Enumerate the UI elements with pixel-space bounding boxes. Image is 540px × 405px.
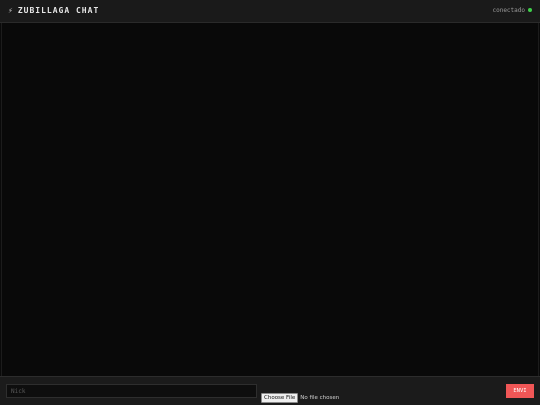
connection-status: conectado <box>492 7 532 15</box>
bolt-icon: ⚡ <box>8 6 14 15</box>
chat-app: ⚡ZUBILLAGA CHAT conectado Choose FileNo … <box>0 0 540 405</box>
header-bar: ⚡ ZUBILLAGA CHAT conectado <box>0 0 540 23</box>
status-dot-icon <box>528 7 532 12</box>
send-button[interactable]: ENVI <box>506 384 534 398</box>
file-picker[interactable]: Choose File No file chosen <box>261 387 339 403</box>
app-title: ⚡ ZUBILLAGA CHAT <box>8 6 99 16</box>
app-title-text: ZUBILLAGA CHAT <box>17 6 100 15</box>
choose-file-button[interactable]: Choose File <box>261 392 299 403</box>
composer-bar: Choose FileNo file chosen ENVI <box>0 376 540 405</box>
message-list[interactable] <box>1 23 539 376</box>
connection-status-text: conectado <box>492 7 525 14</box>
file-status-text: No file chosen <box>300 394 340 401</box>
nick-input[interactable] <box>6 384 257 398</box>
